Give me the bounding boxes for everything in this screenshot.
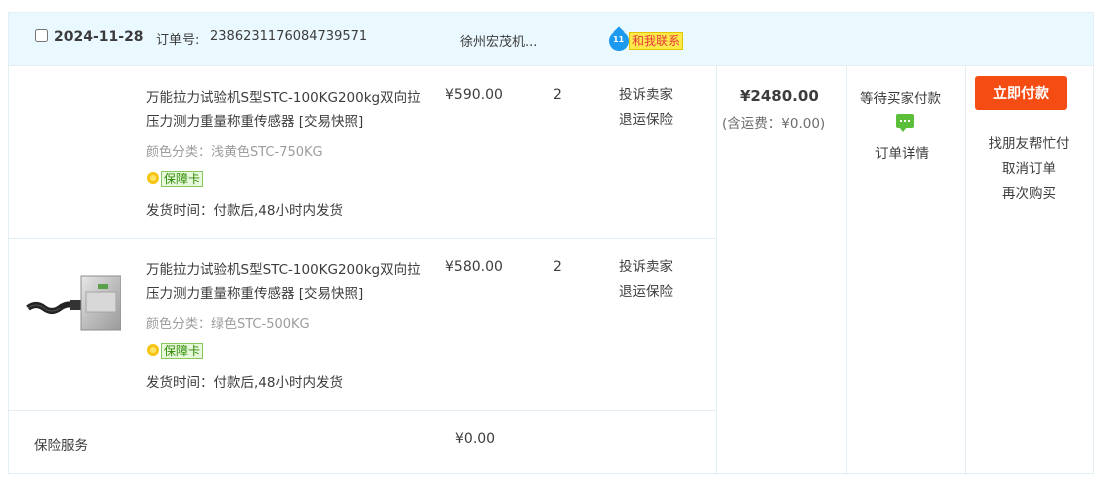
return-insurance-link[interactable]: 退运保险 <box>619 280 673 305</box>
ship-time: 发货时间：付款后,48小时内发货 <box>146 375 343 391</box>
complain-seller-link[interactable]: 投诉卖家 <box>619 255 673 280</box>
order-select-checkbox[interactable] <box>35 29 48 42</box>
item-sku: 颜色分类：浅黄色STC-750KG <box>146 145 323 160</box>
guarantee-card-badge[interactable]: 保障卡 <box>146 343 204 359</box>
order-header: 2024-11-28 订单号: 2386231176084739571 徐州宏茂… <box>9 13 1093 66</box>
buy-again-link[interactable]: 再次购买 <box>974 182 1084 202</box>
insurance-service-label: 保险服务 <box>34 438 88 454</box>
divider <box>716 66 717 475</box>
message-icon[interactable] <box>896 114 914 132</box>
complain-seller-link[interactable]: 投诉卖家 <box>619 83 673 108</box>
order-status: 等待买家付款 <box>860 91 941 107</box>
item-price: ¥580.00 <box>445 259 503 275</box>
item-title-link[interactable]: 万能拉力试验机S型STC-100KG200kg双向拉压力测力重量称重传感器 [交… <box>146 86 431 134</box>
order-total: ¥2480.00 <box>740 87 819 105</box>
guarantee-flower-icon <box>146 344 160 358</box>
item-thumbnail-image[interactable] <box>26 262 121 334</box>
contact-seller-button[interactable]: 11 和我联系 <box>609 31 684 51</box>
cancel-order-link[interactable]: 取消订单 <box>974 157 1084 177</box>
return-insurance-link[interactable]: 退运保险 <box>619 108 673 133</box>
insurance-price: ¥0.00 <box>455 431 496 447</box>
order-card: 2024-11-28 订单号: 2386231176084739571 徐州宏茂… <box>8 12 1094 475</box>
item-title-link[interactable]: 万能拉力试验机S型STC-100KG200kg双向拉压力测力重量称重传感器 [交… <box>146 258 431 306</box>
item-quantity: 2 <box>553 259 562 275</box>
order-number-label: 订单号: <box>156 33 200 48</box>
contact-seller-label: 和我联系 <box>629 32 684 50</box>
friend-pay-link[interactable]: 找朋友帮忙付 <box>974 132 1084 152</box>
item-sku: 颜色分类：绿色STC-500KG <box>146 317 310 332</box>
guarantee-card-label: 保障卡 <box>161 171 204 187</box>
item-price: ¥590.00 <box>445 87 503 103</box>
divider <box>9 238 716 239</box>
guarantee-card-label: 保障卡 <box>161 343 204 359</box>
guarantee-flower-icon <box>146 172 160 186</box>
divider <box>9 410 716 411</box>
order-detail-link[interactable]: 订单详情 <box>875 142 929 162</box>
order-date: 2024-11-28 <box>54 29 144 45</box>
wangwang-chat-icon: 11 <box>609 31 629 51</box>
order-number: 2386231176084739571 <box>210 29 368 44</box>
ship-time: 发货时间：付款后,48小时内发货 <box>146 203 343 219</box>
shop-name-link[interactable]: 徐州宏茂机... <box>460 31 537 50</box>
divider <box>965 66 966 475</box>
shipping-fee: (含运费：¥0.00) <box>722 116 826 132</box>
divider <box>846 66 847 475</box>
guarantee-card-badge[interactable]: 保障卡 <box>146 171 204 187</box>
item-quantity: 2 <box>553 87 562 103</box>
pay-now-button[interactable]: 立即付款 <box>975 76 1067 110</box>
